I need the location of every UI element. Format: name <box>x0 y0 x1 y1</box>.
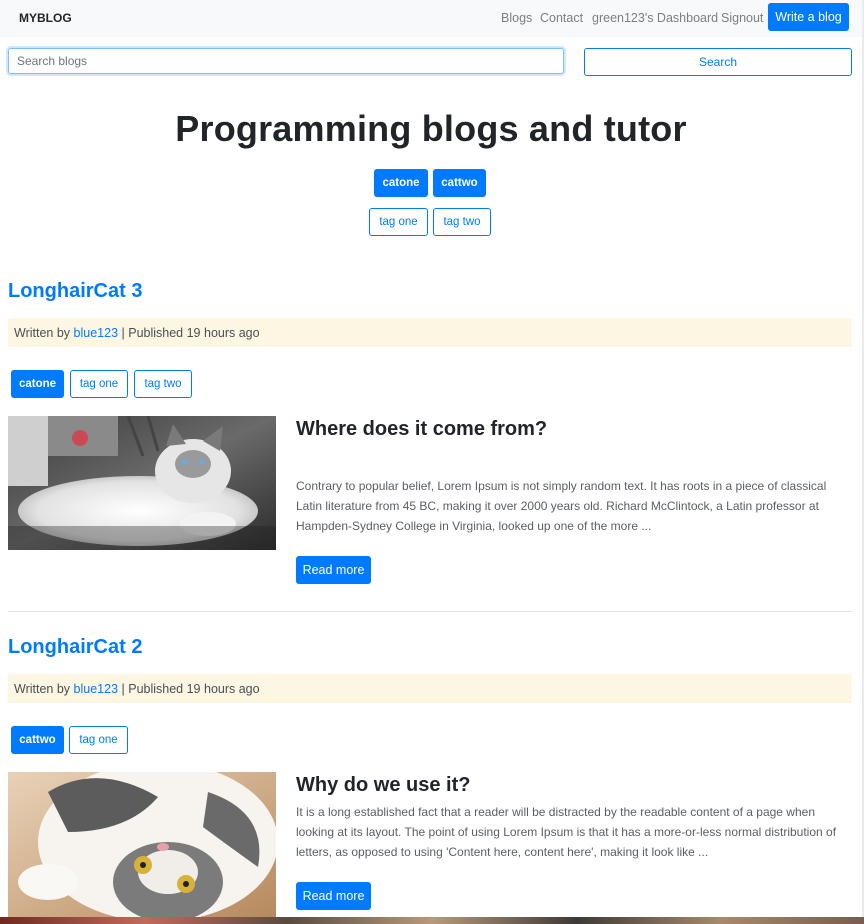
tag-pill-tag-two[interactable]: tag two <box>433 208 491 236</box>
brand-logo[interactable]: MYBLOG <box>19 11 72 25</box>
post-divider <box>8 611 852 612</box>
tag-pill-tag-one[interactable]: tag one <box>369 208 428 236</box>
published-text: | Published 19 hours ago <box>121 681 260 696</box>
read-more-button[interactable]: Read more <box>296 556 371 584</box>
post-tag-pill[interactable]: tag one <box>69 726 128 754</box>
post-tag-pill[interactable]: tag two <box>134 370 192 398</box>
search-input[interactable] <box>8 48 564 74</box>
page-title: Programming blogs and tutor <box>175 108 687 149</box>
post-category-pill[interactable]: cattwo <box>11 726 64 754</box>
write-blog-button[interactable]: Write a blog <box>768 3 849 31</box>
author-link[interactable]: blue123 <box>74 682 119 696</box>
post-category-pill[interactable]: catone <box>11 370 64 398</box>
category-pill-cattwo[interactable]: cattwo <box>433 169 486 197</box>
navbar: MYBLOG Blogs Contact green123's Dashboar… <box>0 0 862 37</box>
post-tag-pill[interactable]: tag one <box>70 370 128 398</box>
post-title[interactable]: LonghairCat 3 <box>8 280 142 303</box>
written-by-label: Written by <box>14 325 71 340</box>
post-subtitle: Why do we use it? <box>296 774 471 796</box>
nav-link-blogs[interactable]: Blogs <box>501 11 532 25</box>
post-thumbnail-cat-image[interactable] <box>8 416 276 550</box>
post-title[interactable]: LonghairCat 2 <box>8 636 142 659</box>
category-pill-catone[interactable]: catone <box>374 169 428 197</box>
cat-photo-1 <box>8 416 276 550</box>
search-button[interactable]: Search <box>584 48 852 76</box>
next-post-image-edge <box>0 917 864 924</box>
read-more-button[interactable]: Read more <box>296 882 371 910</box>
author-link[interactable]: blue123 <box>74 326 119 340</box>
post-thumbnail-cat-image[interactable] <box>8 772 276 917</box>
published-text: | Published 19 hours ago <box>121 325 260 340</box>
nav-link-signout[interactable]: Signout <box>721 11 763 25</box>
post-meta: Written by blue123 | Published 19 hours … <box>8 674 852 703</box>
cat-photo-2 <box>8 772 276 917</box>
written-by-label: Written by <box>14 681 71 696</box>
post-excerpt: It is a long established fact that a rea… <box>296 805 837 859</box>
post-excerpt: Contrary to popular belief, Lorem Ipsum … <box>296 479 827 533</box>
post-meta: Written by blue123 | Published 19 hours … <box>8 318 852 347</box>
nav-link-contact[interactable]: Contact <box>540 11 583 25</box>
nav-link-dashboard[interactable]: green123's Dashboard <box>592 11 718 25</box>
post-subtitle: Where does it come from? <box>296 418 548 440</box>
